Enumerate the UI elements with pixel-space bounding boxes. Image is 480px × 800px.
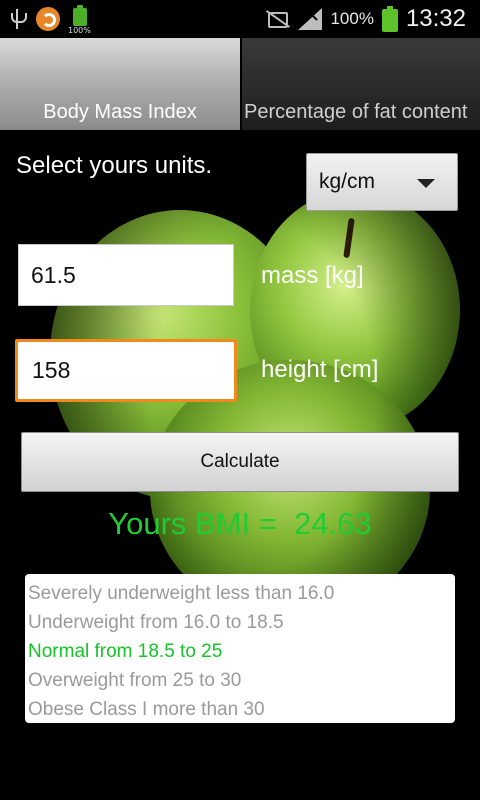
- avast-icon: [36, 7, 60, 31]
- mass-input[interactable]: 61.5: [18, 244, 234, 306]
- battery-small-label: 100%: [68, 26, 91, 35]
- height-label: height [cm]: [261, 356, 379, 383]
- tab-bar: Body Mass Index Percentage of fat conten…: [0, 38, 480, 130]
- tab-label: Body Mass Index: [43, 101, 197, 123]
- usb-icon: [8, 7, 27, 31]
- battery-percent: 100%: [330, 9, 374, 28]
- category-severely-underweight: Severely underweight less than 16.0: [28, 583, 335, 604]
- mute-icon: [264, 8, 290, 30]
- category-obese-class-1: Obese Class I more than 30: [28, 699, 265, 720]
- tab-label: Percentage of fat content: [244, 101, 468, 123]
- category-normal: Normal from 18.5 to 25: [28, 641, 223, 662]
- clock: 13:32: [405, 5, 466, 32]
- signal-icon: [298, 8, 323, 30]
- calculate-button[interactable]: Calculate: [21, 432, 459, 492]
- height-input[interactable]: 158: [15, 339, 237, 402]
- bmi-categories-list: Severely underweight less than 16.0 Unde…: [25, 574, 455, 723]
- units-spinner[interactable]: kg/cm: [306, 153, 458, 211]
- units-label: Select yours units.: [16, 152, 213, 179]
- category-overweight: Overweight from 25 to 30: [28, 670, 242, 691]
- tab-fat-percentage[interactable]: Percentage of fat content: [240, 38, 480, 130]
- mass-value: 61.5: [31, 261, 76, 288]
- battery-icon: [381, 6, 398, 32]
- height-value: 158: [32, 357, 71, 383]
- battery-small-icon: 100%: [68, 5, 91, 35]
- dropdown-arrow-icon: [417, 179, 435, 188]
- category-underweight: Underweight from 16.0 to 18.5: [28, 612, 284, 633]
- mass-label: mass [kg]: [261, 262, 364, 289]
- units-selected-value: kg/cm: [319, 170, 376, 193]
- bmi-result: Yours BMI = 24.63: [108, 506, 372, 541]
- status-bar: 100% 100% 13:32: [0, 0, 480, 38]
- tab-body-mass-index[interactable]: Body Mass Index: [0, 38, 240, 130]
